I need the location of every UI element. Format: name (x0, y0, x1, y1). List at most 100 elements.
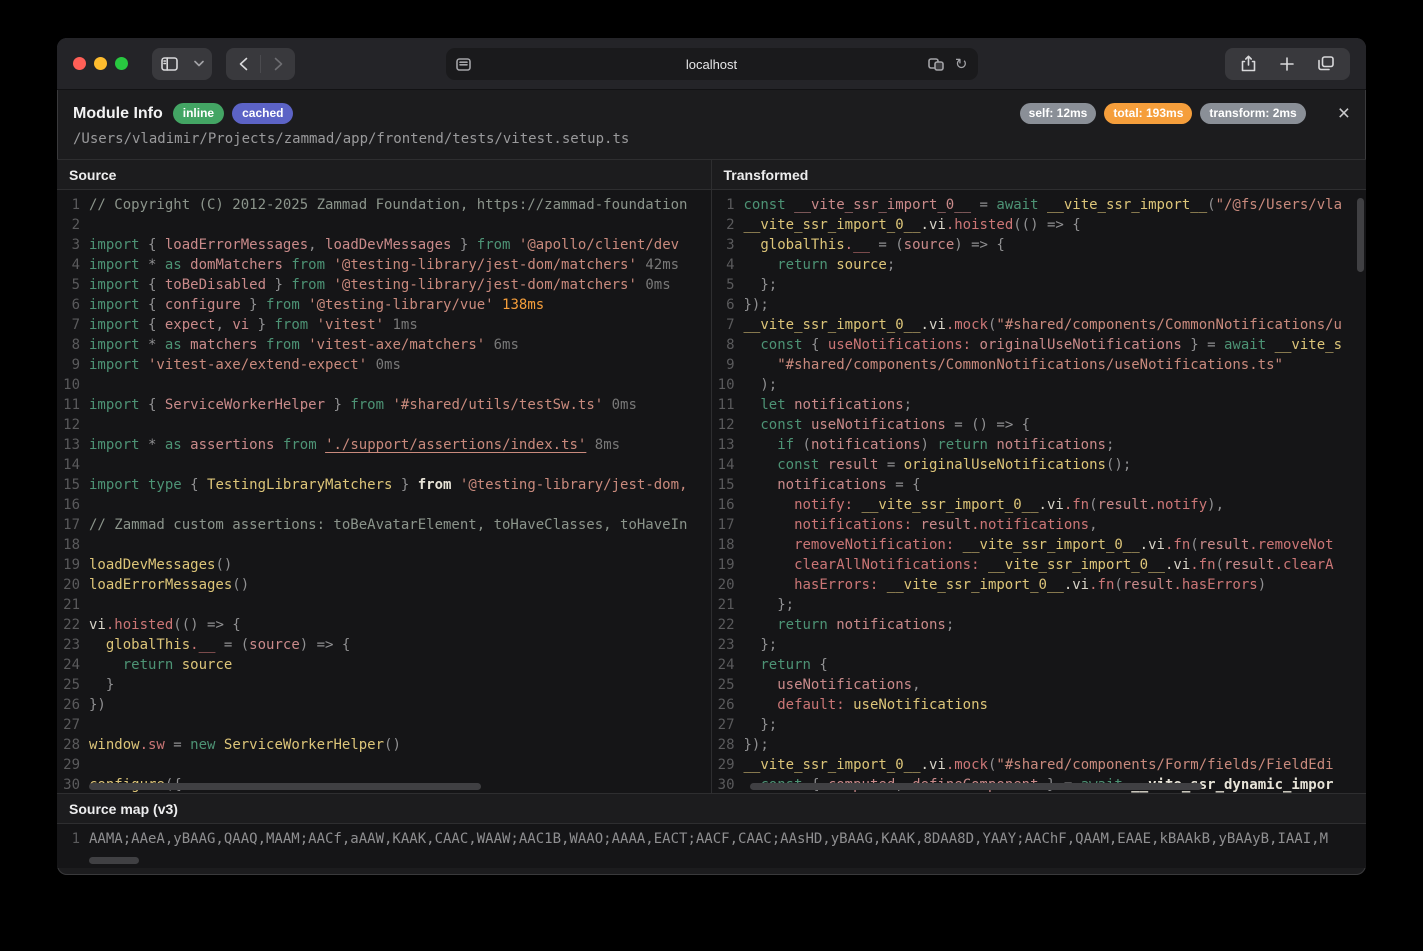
traffic-light-minimize[interactable] (94, 57, 107, 70)
code-line: 18 removeNotification: __vite_ssr_import… (712, 535, 1367, 555)
sourcemap-title: Source map (v3) (57, 793, 1366, 824)
line-number: 22 (712, 615, 744, 635)
line-number: 20 (712, 575, 744, 595)
line-number: 3 (57, 235, 89, 255)
page-title: Module Info (73, 105, 163, 123)
code-line: 20loadErrorMessages() (57, 575, 711, 595)
window-actions-group (1225, 48, 1350, 80)
source-horizontal-scrollbar[interactable] (89, 783, 481, 790)
line-number: 17 (712, 515, 744, 535)
line-number: 14 (712, 455, 744, 475)
chevron-right-icon (274, 57, 283, 71)
line-number: 18 (57, 535, 89, 555)
transformed-vertical-scrollbar[interactable] (1357, 198, 1364, 272)
code-line: 26}) (57, 695, 711, 715)
line-number: 7 (712, 315, 744, 335)
code-line: 5 }; (712, 275, 1367, 295)
code-line: 10 ); (712, 375, 1367, 395)
module-link[interactable]: './support/assertions/index.ts' (325, 437, 586, 453)
transformed-code-area[interactable]: 1const __vite_ssr_import_0__ = await __v… (712, 190, 1367, 793)
line-number: 24 (57, 655, 89, 675)
reload-icon[interactable]: ↻ (955, 55, 968, 73)
share-icon[interactable] (1241, 55, 1256, 72)
sourcemap-mappings: AAMA;AAeA,yBAAG,QAAQ,MAAM;AACf,aAAW,KAAK… (89, 829, 1328, 849)
code-line: 3 globalThis.__ = (source) => { (712, 235, 1367, 255)
code-line: 17// Zammad custom assertions: toBeAvata… (57, 515, 711, 535)
module-badge: inline (173, 103, 224, 124)
translate-icon[interactable] (928, 58, 945, 71)
line-number: 11 (712, 395, 744, 415)
timing-badges: self: 12mstotal: 193mstransform: 2ms (1020, 103, 1306, 124)
code-line: 11 let notifications; (712, 395, 1367, 415)
timing-badge: transform: 2ms (1200, 103, 1305, 124)
sourcemap-horizontal-scrollbar[interactable] (89, 857, 139, 864)
line-number: 4 (712, 255, 744, 275)
code-line: 9 "#shared/components/CommonNotification… (712, 355, 1367, 375)
line-number: 27 (712, 715, 744, 735)
code-line: 9import 'vitest-axe/extend-expect' 0ms (57, 355, 711, 375)
traffic-light-close[interactable] (73, 57, 86, 70)
code-line: 19 clearAllNotifications: __vite_ssr_imp… (712, 555, 1367, 575)
code-line: 6import { configure } from '@testing-lib… (57, 295, 711, 315)
address-bar[interactable]: localhost ↻ (446, 48, 978, 80)
line-number: 3 (712, 235, 744, 255)
code-line: 15import type { TestingLibraryMatchers }… (57, 475, 711, 495)
line-number: 6 (712, 295, 744, 315)
code-line: 11import { ServiceWorkerHelper } from '#… (57, 395, 711, 415)
code-line: 22 return notifications; (712, 615, 1367, 635)
line-number: 10 (57, 375, 89, 395)
code-line: 29 (57, 755, 711, 775)
code-line: 26 default: useNotifications (712, 695, 1367, 715)
code-line: 3import { loadErrorMessages, loadDevMess… (57, 235, 711, 255)
sidebar-toggle-button[interactable] (152, 48, 186, 80)
line-number: 10 (712, 375, 744, 395)
line-number: 8 (57, 335, 89, 355)
code-line: 2 (57, 215, 711, 235)
code-line: 23 }; (712, 635, 1367, 655)
code-line: 4import * as domMatchers from '@testing-… (57, 255, 711, 275)
line-number: 1 (712, 195, 744, 215)
sourcemap-body: 1 AAMA;AAeA,yBAAG,QAAQ,MAAM;AACf,aAAW,KA… (57, 824, 1366, 868)
traffic-light-zoom[interactable] (115, 57, 128, 70)
forward-button[interactable] (261, 48, 295, 80)
line-number: 1 (57, 195, 89, 215)
code-line: 21 (57, 595, 711, 615)
code-line: 27 }; (712, 715, 1367, 735)
line-number: 19 (712, 555, 744, 575)
code-line: 1const __vite_ssr_import_0__ = await __v… (712, 195, 1367, 215)
code-line: 8import * as matchers from 'vitest-axe/m… (57, 335, 711, 355)
chevron-left-icon (239, 57, 248, 71)
sidebar-dropdown-button[interactable] (186, 48, 212, 80)
tab-overview-icon[interactable] (1318, 56, 1334, 71)
transformed-panel: Transformed 1const __vite_ssr_import_0__… (712, 160, 1367, 793)
code-line: 6}); (712, 295, 1367, 315)
line-number: 8 (712, 335, 744, 355)
new-tab-icon[interactable] (1280, 57, 1294, 71)
code-line: 28window.sw = new ServiceWorkerHelper() (57, 735, 711, 755)
code-line: 25 useNotifications, (712, 675, 1367, 695)
module-info-header: Module Info inlinecached self: 12mstotal… (57, 90, 1366, 159)
code-line: 4 return source; (712, 255, 1367, 275)
code-line: 16 notify: __vite_ssr_import_0__.vi.fn(r… (712, 495, 1367, 515)
line-number: 12 (57, 415, 89, 435)
line-number: 14 (57, 455, 89, 475)
transformed-horizontal-scrollbar[interactable] (750, 783, 1202, 790)
browser-titlebar: localhost ↻ (57, 38, 1366, 90)
line-number: 9 (712, 355, 744, 375)
url-text: localhost (446, 57, 978, 72)
code-line: 29__vite_ssr_import_0__.vi.mock("#shared… (712, 755, 1367, 775)
source-code-area[interactable]: 1// Copyright (C) 2012-2025 Zammad Found… (57, 190, 711, 793)
line-number: 20 (57, 575, 89, 595)
line-number: 21 (57, 595, 89, 615)
line-number: 6 (57, 295, 89, 315)
line-number: 17 (57, 515, 89, 535)
back-button[interactable] (226, 48, 260, 80)
line-number: 27 (57, 715, 89, 735)
close-icon[interactable]: × (1338, 106, 1350, 122)
line-number: 7 (57, 315, 89, 335)
reader-icon[interactable] (456, 58, 471, 71)
line-number: 26 (57, 695, 89, 715)
line-number: 28 (712, 735, 744, 755)
line-number: 26 (712, 695, 744, 715)
line-number: 18 (712, 535, 744, 555)
